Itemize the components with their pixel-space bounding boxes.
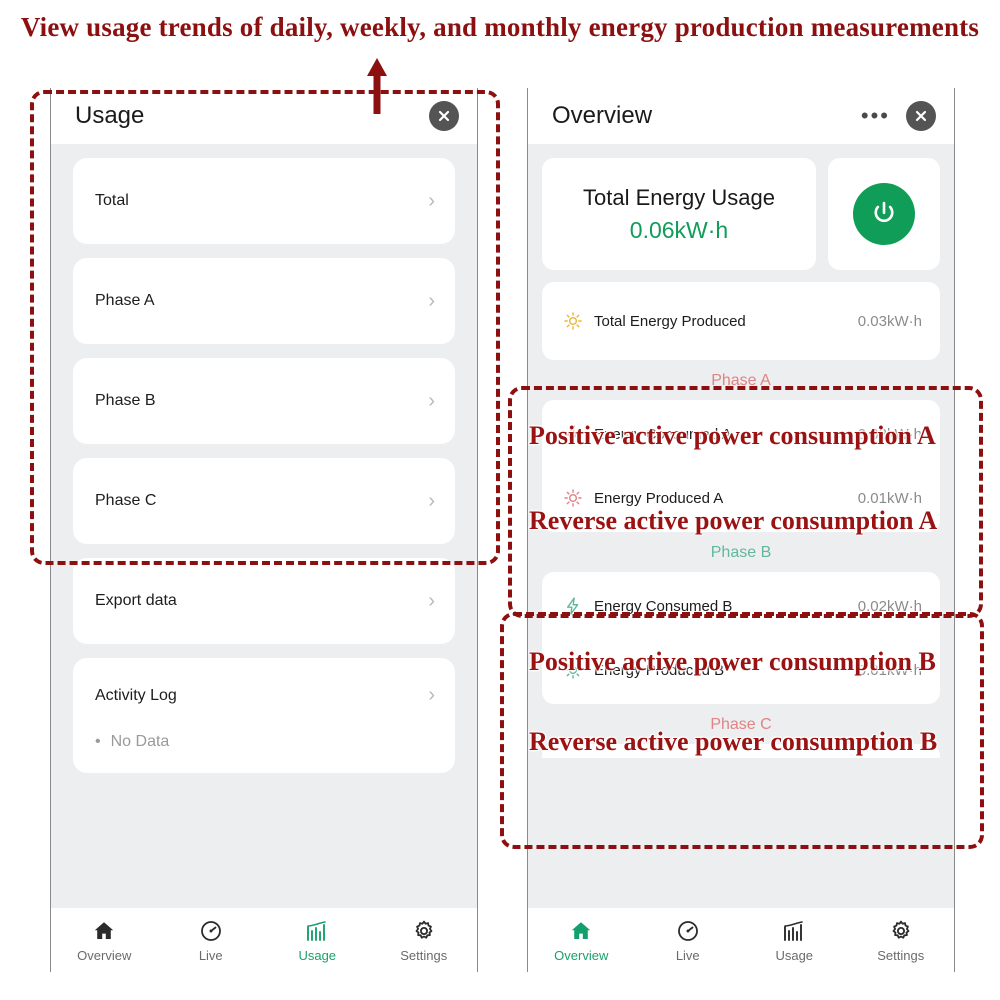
- summary-row: Total Energy Usage 0.06kW·h: [542, 158, 940, 270]
- list-item-total[interactable]: Total ›: [73, 158, 455, 244]
- home-icon: [569, 917, 593, 943]
- page-title: Overview: [552, 102, 653, 129]
- close-icon: [438, 110, 450, 122]
- activity-log-empty-text: No Data: [110, 733, 170, 750]
- phase-b-heading: Phase B: [710, 544, 772, 561]
- list-item-export-data[interactable]: Export data ›: [73, 558, 455, 644]
- nav-item-usage[interactable]: Usage: [264, 917, 371, 963]
- power-button-card: [828, 158, 940, 270]
- nav-item-overview[interactable]: Overview: [51, 917, 158, 963]
- power-icon: [874, 201, 894, 223]
- annotation-label-positive-a: Positive active power consumption A: [529, 421, 936, 450]
- nav-item-live[interactable]: Live: [158, 917, 265, 963]
- list-item-label: Total: [95, 192, 129, 209]
- bar-chart-icon: [305, 917, 329, 943]
- home-icon: [92, 917, 116, 943]
- activity-log-card[interactable]: Activity Log › • No Data: [73, 658, 455, 773]
- nav-item-label: Live: [675, 948, 700, 963]
- list-item-label: Phase A: [95, 292, 155, 309]
- close-button[interactable]: [906, 101, 936, 131]
- bottom-navigation-left: Overview Live Usage Settings: [51, 908, 477, 972]
- nav-item-usage[interactable]: Usage: [741, 917, 848, 963]
- nav-item-label: Live: [198, 948, 223, 963]
- total-energy-usage-value: 0.06kW·h: [629, 216, 729, 243]
- overview-appbar: Overview •••: [528, 88, 954, 144]
- metric-label: Energy Consumed B: [594, 597, 733, 615]
- nav-item-label: Usage: [298, 948, 337, 963]
- metric-label: Total Energy Produced: [594, 312, 746, 330]
- more-horizontal-icon[interactable]: •••: [861, 105, 890, 127]
- metric-value: 0.02kW·h: [857, 597, 922, 615]
- nav-item-overview[interactable]: Overview: [528, 917, 635, 963]
- up-arrow-icon: [367, 58, 387, 114]
- bar-chart-icon: [782, 917, 806, 943]
- sun-icon: [560, 488, 586, 508]
- phase-b-consumed-row: Energy Consumed B 0.02kW·h: [542, 574, 940, 638]
- nav-item-settings[interactable]: Settings: [848, 917, 955, 963]
- metric-value: 0.03kW·h: [857, 312, 922, 330]
- nav-item-label: Overview: [77, 948, 132, 963]
- usage-appbar: Usage: [51, 88, 477, 144]
- usage-phone-panel: Usage Total › Phase A › Phase B › Phase …: [50, 88, 478, 972]
- nav-item-settings[interactable]: Settings: [371, 917, 478, 963]
- bolt-icon: [560, 596, 586, 616]
- sun-icon: [560, 311, 586, 331]
- activity-log-empty: • No Data: [95, 733, 435, 751]
- total-energy-usage-label: Total Energy Usage: [583, 184, 775, 210]
- metric-value: 0.01kW·h: [857, 489, 922, 507]
- annotation-label-reverse-b: Reverse active power consumption B: [529, 727, 938, 756]
- list-item-phase-c[interactable]: Phase C ›: [73, 458, 455, 544]
- gauge-icon: [676, 917, 700, 943]
- chevron-right-icon: ›: [428, 684, 435, 706]
- nav-item-live[interactable]: Live: [635, 917, 742, 963]
- power-button[interactable]: [853, 183, 915, 245]
- chevron-right-icon: ›: [428, 589, 435, 612]
- annotation-label-reverse-a: Reverse active power consumption A: [529, 506, 938, 535]
- list-item-label: Export data: [95, 592, 177, 609]
- nav-item-label: Usage: [775, 948, 814, 963]
- annotation-label-positive-b: Positive active power consumption B: [529, 647, 936, 676]
- bottom-navigation-right: Overview Live Usage Settings: [528, 908, 954, 972]
- chevron-right-icon: ›: [428, 389, 435, 412]
- chevron-right-icon: ›: [428, 489, 435, 512]
- total-energy-produced-row: Total Energy Produced 0.03kW·h: [542, 282, 940, 360]
- annotation-title: View usage trends of daily, weekly, and …: [20, 12, 980, 42]
- nav-item-label: Settings: [400, 948, 448, 963]
- close-button[interactable]: [429, 101, 459, 131]
- nav-item-label: Settings: [877, 948, 925, 963]
- list-item-label: Phase C: [95, 492, 157, 509]
- total-energy-usage-card: Total Energy Usage 0.06kW·h: [542, 158, 816, 270]
- gauge-icon: [199, 917, 223, 943]
- gear-icon: [412, 917, 436, 943]
- phase-b-card: Energy Consumed B 0.02kW·h Energy Produc…: [542, 572, 940, 704]
- nav-item-label: Overview: [554, 948, 609, 963]
- list-item-phase-a[interactable]: Phase A ›: [73, 258, 455, 344]
- phase-a-heading: Phase A: [711, 372, 771, 389]
- screenshot-root: Usage Total › Phase A › Phase B › Phase …: [0, 0, 1000, 1000]
- metric-label: Energy Produced A: [594, 489, 724, 507]
- close-icon: [915, 110, 927, 122]
- gear-icon: [889, 917, 913, 943]
- bullet-icon: •: [95, 733, 101, 750]
- usage-list: Total › Phase A › Phase B › Phase C › Ex…: [51, 144, 477, 773]
- activity-log-label: Activity Log: [95, 686, 177, 704]
- chevron-right-icon: ›: [428, 189, 435, 212]
- chevron-right-icon: ›: [428, 289, 435, 312]
- list-item-phase-b[interactable]: Phase B ›: [73, 358, 455, 444]
- list-item-label: Phase B: [95, 392, 156, 409]
